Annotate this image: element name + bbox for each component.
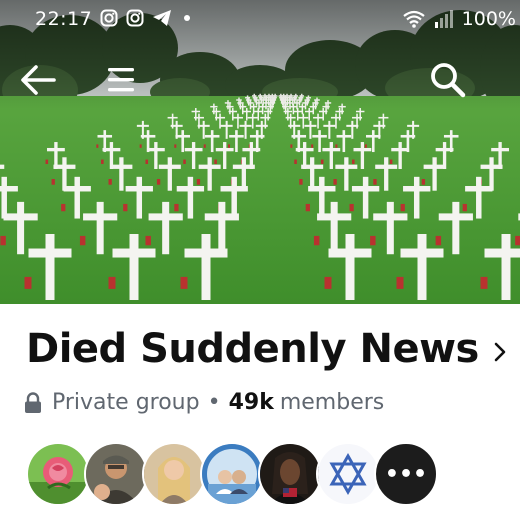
instagram-icon (126, 9, 144, 27)
member-count[interactable]: 49k (229, 390, 274, 415)
member-avatars[interactable]: ••• (26, 442, 438, 506)
dot-icon (184, 15, 190, 21)
notification-icons (100, 9, 194, 27)
instagram-icon (100, 9, 118, 27)
more-icon: ••• (384, 461, 428, 487)
back-button[interactable] (18, 62, 58, 98)
avatar[interactable] (316, 442, 380, 506)
hamburger-menu-icon (108, 68, 134, 92)
lock-icon (25, 391, 41, 413)
arrow-left-icon (21, 65, 56, 95)
group-name[interactable]: Died Suddenly News (26, 326, 479, 372)
avatar[interactable] (26, 442, 90, 506)
search-button[interactable] (428, 60, 468, 100)
telegram-icon (153, 10, 171, 26)
privacy-label: Private group (52, 390, 200, 415)
avatar[interactable] (200, 442, 264, 506)
avatar[interactable] (142, 442, 206, 506)
avatar[interactable] (84, 442, 148, 506)
status-time: 22:17 (35, 8, 93, 30)
cover-photo[interactable] (0, 0, 520, 304)
group-meta: Private group • 49k members (24, 390, 384, 415)
wifi-icon (402, 10, 425, 28)
group-title-row[interactable]: Died Suddenly News (26, 326, 507, 372)
menu-button[interactable] (104, 64, 140, 96)
member-label[interactable]: members (280, 390, 384, 415)
system-icons: 100% (402, 8, 516, 30)
search-icon (431, 63, 466, 98)
meta-separator: • (207, 390, 221, 415)
chevron-right-icon[interactable] (493, 341, 507, 363)
avatar[interactable] (258, 442, 322, 506)
signal-icon (434, 10, 453, 28)
more-members-button[interactable]: ••• (374, 442, 438, 506)
battery-level: 100% (461, 8, 516, 30)
status-bar: 22:17 100% (0, 0, 520, 38)
